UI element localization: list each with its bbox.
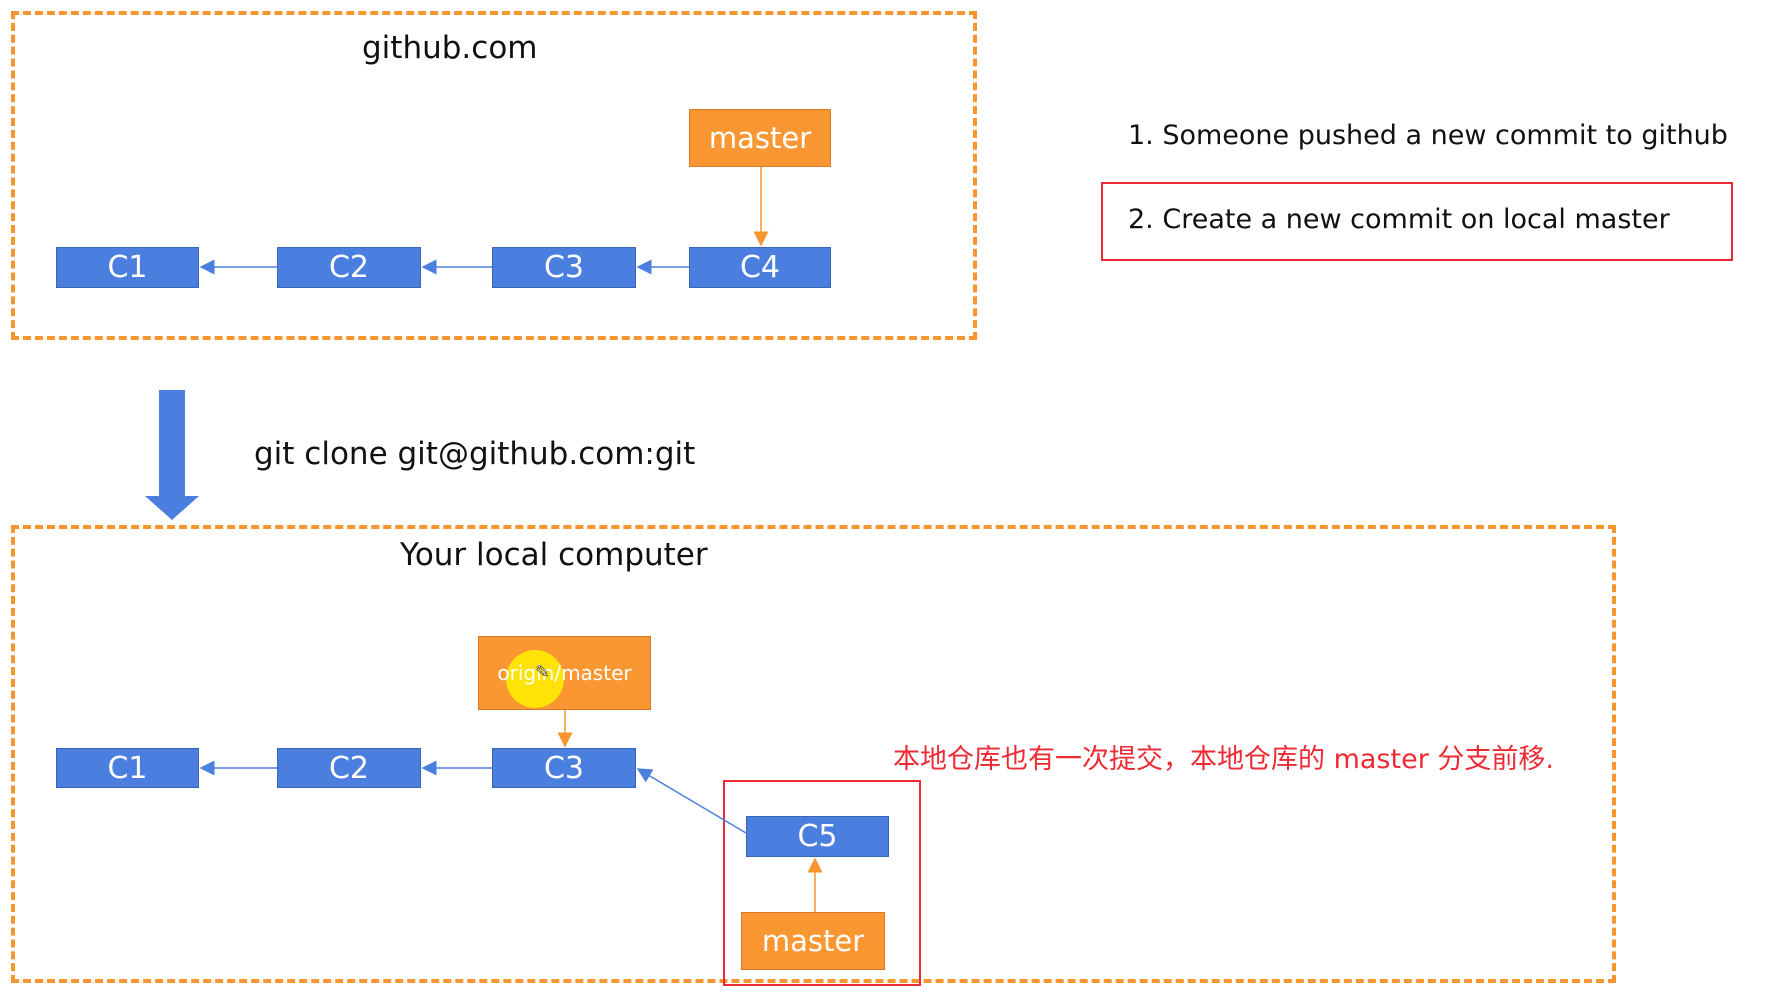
origin-master-label: origin/master [497, 661, 632, 685]
pen-cursor-icon: ✎ [535, 662, 551, 683]
edge-c5-c3 [636, 768, 747, 834]
connectors [145, 167, 823, 912]
clone-arrow [145, 390, 199, 520]
